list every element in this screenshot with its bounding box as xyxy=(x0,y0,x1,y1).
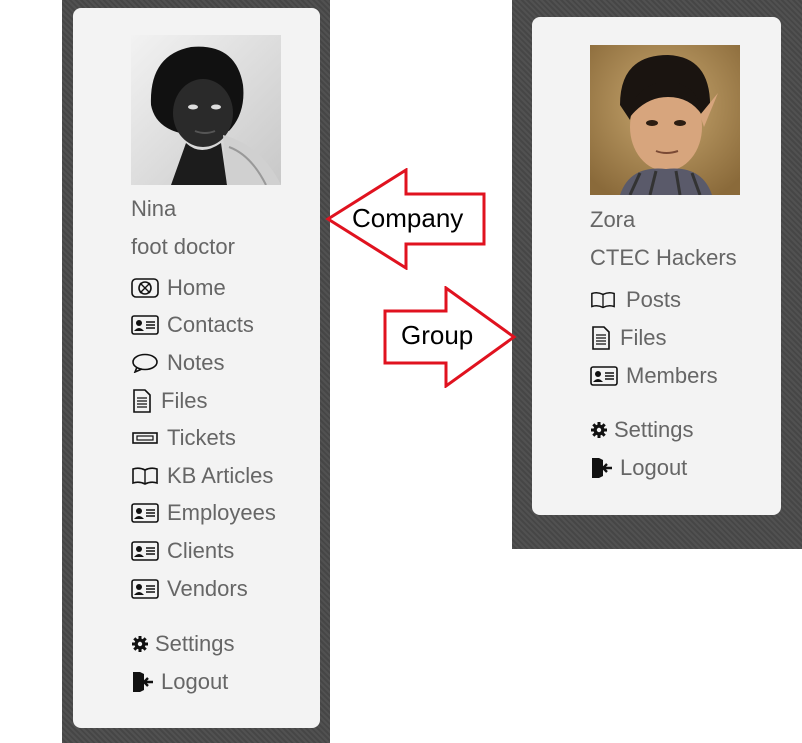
company-nav-notes-label: Notes xyxy=(167,349,225,375)
company-nav-settings[interactable]: Settings xyxy=(131,625,235,663)
group-arrow-label: Group xyxy=(401,320,474,350)
id-card-icon xyxy=(131,541,159,561)
id-card-icon xyxy=(590,366,618,386)
company-nav-tickets-label: Tickets xyxy=(167,425,236,451)
company-sidebar-card: Nina foot doctor Home Contacts Notes Fil… xyxy=(73,8,320,728)
group-nav-posts[interactable]: Posts xyxy=(590,281,718,319)
group-nav-settings-label: Settings xyxy=(614,417,694,442)
company-nav-logout[interactable]: Logout xyxy=(131,663,235,701)
logout-icon xyxy=(590,456,614,480)
company-nav-contacts[interactable]: Contacts xyxy=(131,307,276,345)
id-card-icon xyxy=(131,315,159,336)
company-nav-tickets[interactable]: Tickets xyxy=(131,419,276,457)
company-subtitle: foot doctor xyxy=(131,234,235,259)
group-footer-menu: Settings Logout xyxy=(590,411,694,487)
company-nav-settings-label: Settings xyxy=(155,631,235,656)
group-subtitle: CTEC Hackers xyxy=(590,245,737,270)
book-icon xyxy=(590,290,616,310)
group-nav-members-label: Members xyxy=(626,363,718,388)
speech-bubble-icon xyxy=(131,353,159,373)
gear-icon xyxy=(590,421,608,439)
company-nav-home-label: Home xyxy=(167,274,226,300)
company-arrow-label: Company xyxy=(352,203,464,233)
company-nav-vendors[interactable]: Vendors xyxy=(131,570,276,608)
file-icon xyxy=(590,326,612,350)
group-nav-members[interactable]: Members xyxy=(590,357,718,395)
group-nav-logout[interactable]: Logout xyxy=(590,449,694,487)
group-avatar xyxy=(590,45,740,195)
book-icon xyxy=(131,466,159,486)
ticket-icon xyxy=(131,428,159,448)
company-nav-vendors-label: Vendors xyxy=(167,575,248,601)
company-name: Nina xyxy=(131,196,177,221)
company-nav-kb-articles-label: KB Articles xyxy=(167,462,274,488)
company-footer-menu: Settings Logout xyxy=(131,625,235,701)
logout-icon xyxy=(131,670,155,694)
id-card-icon xyxy=(131,578,159,599)
company-nav-employees[interactable]: Employees xyxy=(131,495,276,533)
company-nav-clients[interactable]: Clients xyxy=(131,532,276,570)
group-nav-files-label: Files xyxy=(620,325,667,350)
company-nav-employees-label: Employees xyxy=(167,500,276,526)
group-nav-posts-label: Posts xyxy=(626,287,682,312)
group-nav-logout-label: Logout xyxy=(620,455,688,480)
company-nav-notes[interactable]: Notes xyxy=(131,344,276,382)
file-icon xyxy=(131,388,153,413)
company-nav-logout-label: Logout xyxy=(161,669,229,694)
company-nav-contacts-label: Contacts xyxy=(167,312,254,338)
company-avatar xyxy=(131,35,281,185)
id-card-icon xyxy=(131,503,159,524)
gear-icon xyxy=(131,635,149,653)
company-nav-files[interactable]: Files xyxy=(131,382,276,420)
group-nav-files[interactable]: Files xyxy=(590,319,718,357)
company-nav-home[interactable]: Home xyxy=(131,269,276,307)
group-sidebar-card: Zora CTEC Hackers Posts Files Members Se… xyxy=(532,17,781,515)
group-nav-settings[interactable]: Settings xyxy=(590,411,694,449)
company-nav-menu: Home Contacts Notes Files Tickets KB Art… xyxy=(131,269,276,607)
group-nav-menu: Posts Files Members xyxy=(590,281,718,395)
company-nav-kb-articles[interactable]: KB Articles xyxy=(131,457,276,495)
home-icon xyxy=(131,277,159,298)
company-nav-files-label: Files xyxy=(161,387,208,413)
group-name: Zora xyxy=(590,207,636,232)
company-nav-clients-label: Clients xyxy=(167,537,235,563)
